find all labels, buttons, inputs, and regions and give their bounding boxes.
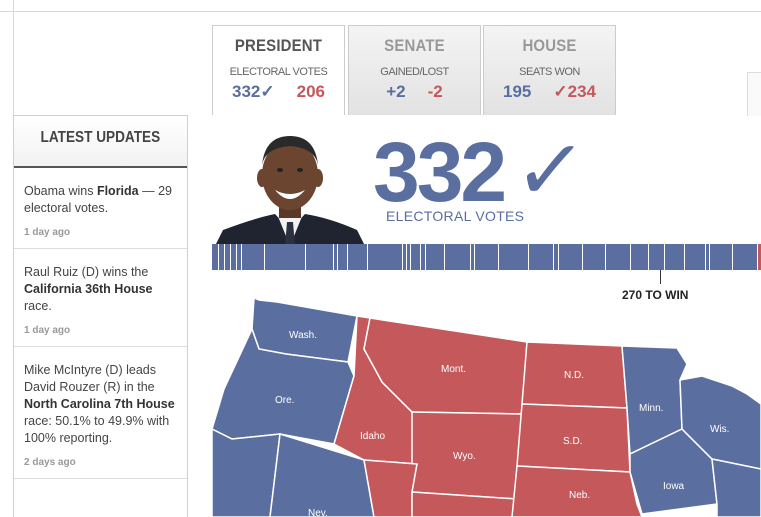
state-label: Wash. [289, 330, 317, 341]
state-label: Ore. [275, 395, 294, 406]
update-item[interactable]: Obama wins Florida — 29 electoral votes.… [14, 168, 187, 249]
rep-count: 206 [296, 82, 325, 101]
state-label: Minn. [639, 403, 663, 414]
update-text: Raul Ruiz (D) wins the California 36th H… [24, 264, 177, 315]
tab-senate[interactable]: SENATE GAINED/LOST +2 -2 [348, 25, 481, 115]
state-divider [528, 244, 529, 270]
state-label: S.D. [563, 436, 582, 447]
state-divider [474, 244, 475, 270]
rep-count: 234 [567, 82, 596, 101]
dem-count: 332 [232, 82, 261, 101]
rep-count: -2 [427, 82, 443, 101]
state-divider [705, 244, 706, 270]
state-divider [241, 244, 242, 270]
state-divider [470, 244, 471, 270]
state-divider [648, 244, 649, 270]
update-link[interactable]: California 36th House [24, 282, 153, 296]
state-divider [337, 244, 338, 270]
state-divider [582, 244, 583, 270]
state-label: Mont. [441, 364, 466, 375]
state-utah[interactable] [363, 459, 418, 517]
tab-subtitle: GAINED/LOST [380, 66, 449, 78]
state-divider [553, 244, 554, 270]
update-link[interactable]: North Carolina 7th House [24, 397, 175, 411]
state-label: Iowa [663, 481, 685, 492]
update-text-post: race. [24, 299, 52, 313]
update-text: Mike McIntyre (D) leads David Rouzer (R)… [24, 362, 177, 447]
update-item[interactable]: Mike McIntyre (D) leads David Rouzer (R)… [14, 347, 187, 479]
state-divider [236, 244, 237, 270]
state-divider [333, 244, 334, 270]
top-border [0, 0, 761, 12]
tab-title: SENATE [384, 36, 445, 55]
dem-count: +2 [386, 82, 406, 101]
tab-subtitle: SEATS WON [519, 66, 580, 78]
electoral-vote-bar [212, 244, 761, 270]
candidate-portrait [215, 130, 365, 246]
left-border [13, 0, 14, 120]
tab-numbers: +2 -2 [349, 82, 480, 102]
state-divider [420, 244, 421, 270]
state-label: Neb. [569, 490, 590, 501]
update-text-pre: Raul Ruiz (D) wins the [24, 265, 149, 279]
update-item[interactable]: Raul Ruiz (D) wins the California 36th H… [14, 249, 187, 347]
win-threshold-marker [660, 270, 661, 284]
tab-title: PRESIDENT [234, 36, 323, 55]
state-divider [305, 244, 306, 270]
state-divider [367, 244, 368, 270]
state-california[interactable] [212, 428, 281, 517]
dem-count: 195 [503, 82, 532, 101]
electoral-vote-total: 332 [373, 125, 507, 219]
state-divider [264, 244, 265, 270]
state-divider [630, 244, 631, 270]
state-divider [406, 244, 407, 270]
state-divider [444, 244, 445, 270]
state-divider [425, 244, 426, 270]
tab-partial[interactable] [747, 72, 761, 116]
check-icon: ✓ [510, 123, 591, 217]
update-text-pre: Obama wins [24, 184, 97, 198]
state-divider [402, 244, 403, 270]
state-divider [684, 244, 685, 270]
state-divider [757, 244, 758, 270]
electoral-votes-label: ELECTORAL VOTES [386, 208, 525, 224]
tab-numbers: 195 ✓234 [484, 82, 615, 102]
state-divider [224, 244, 225, 270]
state-divider [230, 244, 231, 270]
tab-numbers: 332✓ 206 [213, 82, 344, 102]
state-divider [732, 244, 733, 270]
state-label: Wyo. [453, 451, 476, 462]
state-label: Nev. [308, 508, 328, 517]
state-divider [498, 244, 499, 270]
state-divider [347, 244, 348, 270]
tab-title: HOUSE [522, 36, 577, 55]
state-divider [218, 244, 219, 270]
update-text-pre: Mike McIntyre (D) leads David Rouzer (R)… [24, 363, 156, 394]
state-divider [410, 244, 411, 270]
update-timestamp: 2 days ago [24, 457, 76, 468]
latest-updates-header: LATEST UPDATES [14, 116, 187, 168]
state-divider [605, 244, 606, 270]
check-icon: ✓ [260, 82, 275, 101]
state-divider [709, 244, 710, 270]
us-electoral-map: Wash. Ore. Idaho Mont. Wyo. N.D. S.D. Ne… [212, 296, 761, 517]
state-label: Idaho [360, 431, 385, 442]
state-divider [558, 244, 559, 270]
state-label: Wis. [710, 424, 729, 435]
tab-president[interactable]: PRESIDENT ELECTORAL VOTES 332✓ 206 [212, 25, 345, 115]
update-timestamp: 1 day ago [24, 325, 71, 336]
update-text-post: race: 50.1% to 49.9% with 100% reporting… [24, 414, 170, 445]
latest-updates-title: LATEST UPDATES [40, 129, 161, 146]
tab-subtitle: ELECTORAL VOTES [229, 66, 328, 78]
update-text: Obama wins Florida — 29 electoral votes. [24, 183, 177, 217]
state-divider [664, 244, 665, 270]
update-timestamp: 1 day ago [24, 227, 71, 238]
update-link[interactable]: Florida [97, 184, 139, 198]
state-illinois[interactable] [711, 458, 761, 517]
check-icon: ✓ [553, 82, 568, 101]
state-label: N.D. [564, 370, 584, 381]
latest-updates-panel: LATEST UPDATES Obama wins Florida — 29 e… [13, 115, 188, 517]
tab-house[interactable]: HOUSE SEATS WON 195 ✓234 [483, 25, 616, 115]
